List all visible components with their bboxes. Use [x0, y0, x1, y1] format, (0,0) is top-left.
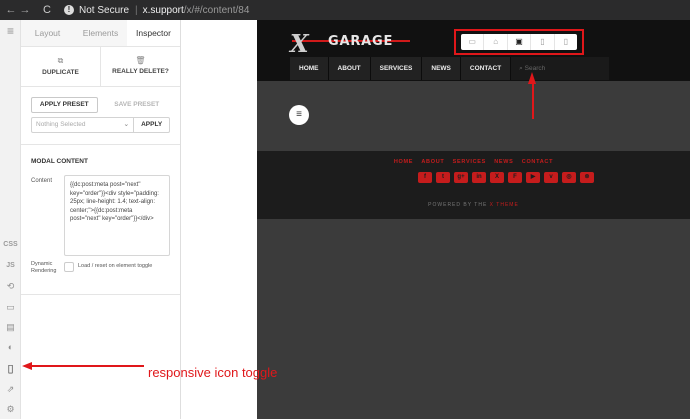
apply-preset-button[interactable]: APPLY PRESET: [31, 97, 98, 113]
content-label: Content: [31, 178, 53, 184]
content-control: Content {{dc:post:meta post="next" key="…: [21, 175, 180, 256]
url-host: x.support: [142, 4, 184, 16]
reload-icon[interactable]: C: [40, 4, 54, 16]
inspector-panel: Layout Elements Inspector ⧉ DUPLICATE 🗑 …: [21, 20, 181, 419]
element-actions: ⧉ DUPLICATE 🗑 REALLY DELETE?: [21, 47, 180, 87]
forward-arrow-icon[interactable]: →: [18, 4, 32, 16]
chevron-down-icon: ⌄: [123, 121, 130, 128]
phone-icon[interactable]: ▯: [553, 34, 577, 50]
url-path: /x/#/content/84: [183, 4, 250, 16]
section-title: MODAL CONTENT: [31, 158, 88, 165]
tab-elements[interactable]: Elements: [74, 20, 127, 46]
nav-item-home[interactable]: HOME: [290, 57, 329, 80]
screen: ← → C ! Not Secure | x.support /x/#/cont…: [0, 0, 690, 419]
responsive-device-group: ▭ ⌂ ▣ ▯ ▯: [461, 34, 577, 50]
footer-link-services[interactable]: SERVICES: [453, 159, 486, 165]
foursquare-icon[interactable]: F: [508, 172, 522, 183]
instagram-icon[interactable]: ◎: [562, 172, 576, 183]
delete-button[interactable]: 🗑 REALLY DELETE?: [100, 47, 180, 86]
nav-item-contact[interactable]: CONTACT: [460, 57, 512, 80]
nav-item-news[interactable]: NEWS: [422, 57, 461, 80]
responsive-toolbar-highlight: ▭ ⌂ ▣ ▯ ▯: [454, 29, 584, 55]
external-link-icon[interactable]: ⇗: [0, 384, 21, 395]
site-logo[interactable]: X GARAGE: [290, 29, 417, 58]
logo-word: GARAGE: [328, 34, 394, 49]
powered-by: POWERED BY THE X THEME: [257, 202, 690, 208]
site-nav: HOME ABOUT SERVICES NEWS CONTACT ⌕ Searc…: [290, 57, 610, 80]
tab-inspector[interactable]: Inspector: [127, 20, 180, 46]
site-preview: X GARAGE HOME ABOUT SERVICES NEWS CONTAC…: [257, 20, 690, 419]
browser-toolbar: ← → C ! Not Secure | x.support /x/#/cont…: [0, 0, 690, 20]
builder-rail: ≡ CSS JS ⟲ ▭ ▤ ◐ ▯ ⇗ ⚙: [0, 20, 21, 419]
warning-icon: !: [64, 5, 74, 15]
delete-label: REALLY DELETE?: [112, 68, 169, 75]
powered-prefix: POWERED BY THE: [428, 202, 488, 208]
footer-link-home[interactable]: HOME: [394, 159, 413, 165]
save-preset-button[interactable]: SAVE PRESET: [104, 97, 170, 113]
powered-brand[interactable]: X THEME: [490, 202, 519, 208]
laptop-icon[interactable]: ⌂: [483, 34, 506, 50]
css-button[interactable]: CSS: [0, 241, 21, 248]
duplicate-button[interactable]: ⧉ DUPLICATE: [21, 47, 100, 86]
dynamic-rendering-control: Dynamic Rendering Load / reset on elemen…: [21, 256, 180, 295]
history-icon[interactable]: ⟲: [0, 281, 21, 292]
linkedin-icon[interactable]: in: [472, 172, 486, 183]
footer-link-contact[interactable]: CONTACT: [522, 159, 553, 165]
search-placeholder: Search: [524, 65, 546, 72]
footer-links: HOME ABOUT SERVICES NEWS CONTACT: [257, 159, 690, 165]
panel-tabs: Layout Elements Inspector: [21, 20, 180, 47]
preset-row: APPLY PRESET SAVE PRESET: [21, 87, 180, 117]
annotation-label: responsive icon toggle: [148, 365, 278, 380]
trash-icon: 🗑: [135, 56, 146, 65]
dynamic-rendering-checkbox[interactable]: [64, 262, 74, 272]
dynamic-rendering-option: Load / reset on element toggle: [78, 263, 153, 269]
logo-mark: X: [290, 29, 309, 58]
content-textarea[interactable]: {{dc:post:meta post="next" key="order"}}…: [64, 175, 170, 256]
half-circle-icon[interactable]: ◐: [0, 342, 21, 352]
back-arrow-icon[interactable]: ←: [4, 4, 18, 16]
dynamic-rendering-label: Dynamic Rendering: [31, 261, 57, 274]
templates-icon[interactable]: ▤: [0, 322, 21, 333]
twitter-icon[interactable]: t: [436, 172, 450, 183]
preset-select-row: Nothing Selected ⌄ APPLY: [21, 117, 180, 145]
site-search-input[interactable]: ⌕ Search: [511, 57, 610, 80]
xing-icon[interactable]: X: [490, 172, 504, 183]
footer-link-news[interactable]: NEWS: [494, 159, 513, 165]
nav-item-services[interactable]: SERVICES: [370, 57, 423, 80]
responsive-toggle-icon[interactable]: ▯: [0, 362, 21, 375]
annotation-arrow-left-head: [22, 362, 32, 370]
menu-icon[interactable]: ≡: [0, 24, 21, 38]
address-bar[interactable]: ! Not Secure | x.support /x/#/content/84: [64, 5, 249, 16]
annotation-arrow-left-line: [30, 365, 144, 367]
js-button[interactable]: JS: [0, 262, 21, 269]
site-header: X GARAGE HOME ABOUT SERVICES NEWS CONTAC…: [257, 20, 690, 81]
vimeo-icon[interactable]: v: [544, 172, 558, 183]
rss-icon[interactable]: ⊚: [580, 172, 594, 183]
tablet-landscape-icon[interactable]: ▣: [506, 34, 530, 50]
preset-select[interactable]: Nothing Selected ⌄: [31, 117, 135, 133]
security-status: Not Secure: [79, 4, 130, 16]
annotation-arrow-up-head: [528, 72, 536, 84]
nav-item-about[interactable]: ABOUT: [328, 57, 371, 80]
annotation-arrow-up-line: [532, 84, 534, 119]
tablet-portrait-icon[interactable]: ▯: [530, 34, 553, 50]
tab-layout[interactable]: Layout: [21, 20, 74, 46]
preset-select-value: Nothing Selected: [36, 121, 86, 128]
footer-link-about[interactable]: ABOUT: [421, 159, 444, 165]
site-footer: HOME ABOUT SERVICES NEWS CONTACT f t g+ in X…: [257, 151, 690, 219]
social-icons: f t g+ in X F ▶ v ◎ ⊚: [418, 172, 598, 183]
facebook-icon[interactable]: f: [418, 172, 432, 183]
url-separator: |: [135, 4, 138, 16]
copy-icon: ⧉: [57, 56, 64, 65]
desktop-xl-icon[interactable]: ▭: [461, 34, 483, 50]
apply-button[interactable]: APPLY: [134, 117, 170, 133]
duplicate-label: DUPLICATE: [42, 69, 79, 76]
youtube-icon[interactable]: ▶: [526, 172, 540, 183]
hamburger-menu-icon[interactable]: ≡: [289, 105, 309, 125]
settings-gear-icon[interactable]: ⚙: [0, 404, 21, 415]
google-plus-icon[interactable]: g+: [454, 172, 468, 183]
layout-icon[interactable]: ▭: [0, 302, 21, 313]
